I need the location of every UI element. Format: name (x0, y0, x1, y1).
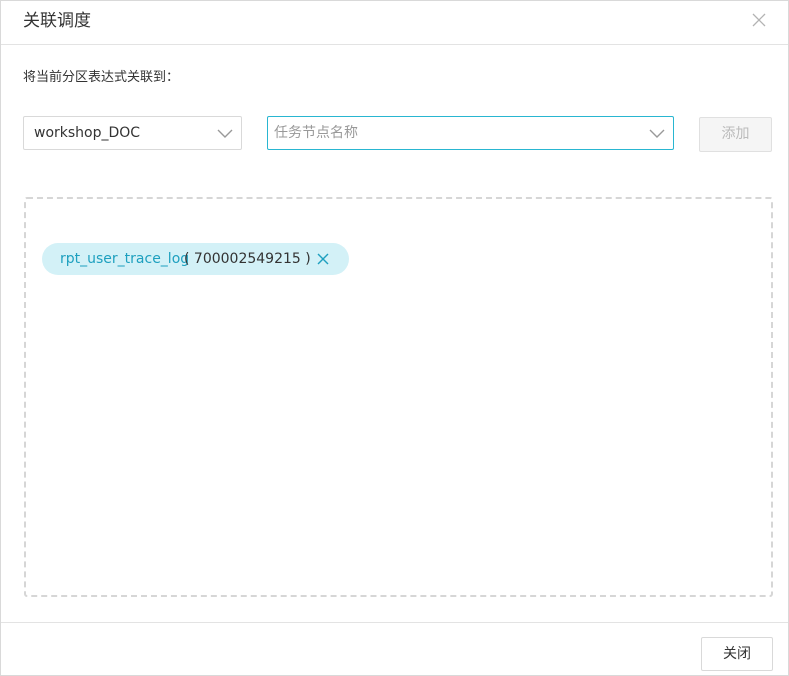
chevron-down-icon[interactable] (649, 127, 665, 139)
dialog-footer: 关闭 (1, 622, 788, 675)
close-button[interactable]: 关闭 (701, 637, 773, 671)
task-node-input[interactable] (268, 117, 638, 149)
dialog: 关联调度 将当前分区表达式关联到： workshop_DOC 添加 rpt_us… (0, 0, 789, 676)
dialog-title: 关联调度 (23, 11, 91, 31)
node-tag-id: ( 700002549215 ) (184, 251, 311, 267)
workspace-select[interactable]: workshop_DOC (23, 116, 242, 150)
task-node-search[interactable] (267, 116, 674, 150)
close-icon[interactable] (750, 11, 768, 29)
dialog-header: 关联调度 (1, 1, 788, 45)
node-tag: rpt_user_trace_log ( 700002549215 ) (42, 243, 349, 275)
node-tag-name[interactable]: rpt_user_trace_log (60, 250, 189, 268)
description-label: 将当前分区表达式关联到： (23, 70, 180, 85)
remove-tag-icon[interactable] (316, 252, 330, 266)
add-button[interactable]: 添加 (699, 117, 772, 152)
workspace-select-value: workshop_DOC (34, 125, 141, 141)
chevron-down-icon (217, 129, 233, 138)
